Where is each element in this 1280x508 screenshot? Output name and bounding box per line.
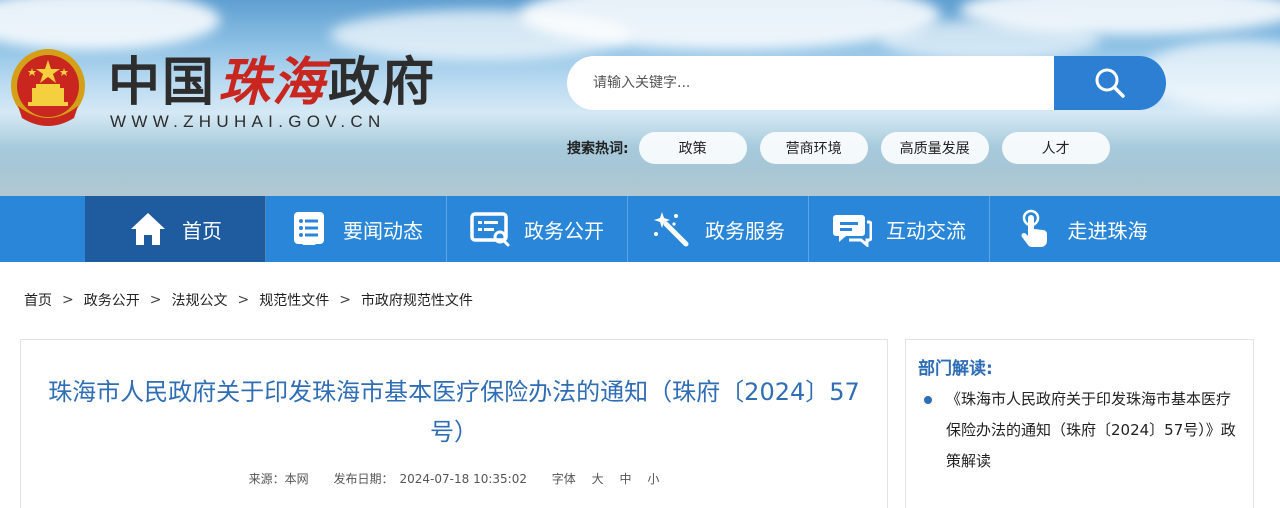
home-icon	[128, 209, 168, 249]
breadcrumb-separator: >	[339, 292, 351, 308]
breadcrumb-regulations[interactable]: 法规公文	[171, 290, 227, 310]
nav-item-label: 要闻动态	[343, 218, 423, 243]
breadcrumb-separator: >	[237, 292, 250, 308]
nav-item-services[interactable]: 政务服务	[628, 196, 809, 262]
nav-item-news[interactable]: 要闻动态	[266, 196, 447, 262]
magic-wand-icon	[651, 209, 691, 249]
article-title: 珠海市人民政府关于印发珠海市基本医疗保险办法的通知（珠府〔2024〕57号）	[48, 378, 860, 446]
hot-tag-high-quality-development[interactable]: 高质量发展	[880, 132, 989, 164]
search-input[interactable]	[593, 75, 1033, 91]
font-size-label: 字体	[551, 472, 576, 486]
hand-pointer-icon	[1014, 209, 1054, 249]
national-emblem-icon	[11, 49, 85, 126]
font-size-medium-button[interactable]: 中	[619, 472, 631, 486]
search-icon	[1095, 68, 1125, 98]
list-item: 《珠海市人民政府关于印发珠海市基本医疗保险办法的通知（珠府〔2024〕57号）》…	[924, 384, 1244, 477]
logo-text-government: 政府	[328, 51, 437, 113]
breadcrumb-separator: >	[149, 292, 162, 308]
news-list-icon	[289, 209, 329, 249]
nav-item-label: 走进珠海	[1067, 218, 1148, 243]
breadcrumb-home[interactable]: 首页	[24, 290, 52, 310]
breadcrumb-separator: >	[62, 292, 74, 308]
article-panel: 珠海市人民政府关于印发珠海市基本医疗保险办法的通知（珠府〔2024〕57号） 来…	[20, 339, 888, 508]
article-meta: 来源：本网 发布日期： 2024-07-18 10:35:02 字体 大 中 小	[21, 470, 887, 487]
nav-item-label: 互动交流	[886, 218, 966, 243]
search-box	[567, 56, 1057, 110]
nav-item-label: 政务服务	[705, 218, 785, 243]
site-url: WWW.ZHUHAI.GOV.CN	[110, 112, 386, 131]
article-date: 2024-07-18 10:35:02	[399, 472, 527, 486]
chat-bubbles-icon	[832, 209, 872, 249]
breadcrumb: 首页 > 政务公开 > 法规公文 > 规范性文件 > 市政府规范性文件	[24, 290, 473, 310]
bullet-icon	[924, 396, 932, 404]
logo-text-china: 中国	[108, 51, 217, 113]
search-button[interactable]	[1054, 56, 1166, 110]
nav-item-about-zhuhai[interactable]: 走进珠海	[990, 196, 1171, 262]
side-panel-title: 部门解读:	[918, 359, 993, 379]
hot-keywords: 搜索热词: 政策 营商环境 高质量发展 人才	[567, 132, 1123, 164]
site-logo-text[interactable]: 中国 珠海 政府	[108, 46, 436, 113]
hot-tag-business-environment[interactable]: 营商环境	[759, 132, 868, 164]
font-size-large-button[interactable]: 大	[592, 472, 604, 486]
logo-text-zhuhai: 珠海	[218, 51, 327, 113]
breadcrumb-open-affairs[interactable]: 政务公开	[84, 290, 140, 310]
nav-item-open-affairs[interactable]: 政务公开	[447, 196, 628, 262]
nav-item-label: 首页	[182, 218, 222, 243]
nav-item-interaction[interactable]: 互动交流	[809, 196, 990, 262]
article-date-label: 发布日期：	[333, 472, 394, 486]
department-interpretation-panel: 部门解读: 《珠海市人民政府关于印发珠海市基本医疗保险办法的通知（珠府〔2024…	[905, 339, 1254, 508]
breadcrumb-city-normative-documents[interactable]: 市政府规范性文件	[361, 290, 473, 310]
hot-keywords-label: 搜索热词:	[567, 141, 629, 157]
article-source: 来源：本网	[248, 472, 309, 486]
hot-tag-talent[interactable]: 人才	[1001, 132, 1110, 164]
nav-item-home[interactable]: 首页	[85, 196, 266, 262]
interpretation-link[interactable]: 《珠海市人民政府关于印发珠海市基本医疗保险办法的通知（珠府〔2024〕57号）》…	[946, 384, 1244, 477]
hot-tag-policy[interactable]: 政策	[638, 132, 747, 164]
nav-item-label: 政务公开	[524, 218, 604, 243]
font-size-small-button[interactable]: 小	[647, 472, 659, 486]
breadcrumb-normative-documents[interactable]: 规范性文件	[259, 290, 329, 310]
open-affairs-icon	[470, 209, 510, 249]
main-nav: 首页 要闻动态 政务公开 政务服务 互动交流 走进珠海	[0, 196, 1280, 262]
site-header: 中国珠海政府 WWW.ZHUHAI.GOV.CN 搜索热词: 政策 营商环境 高…	[0, 0, 1280, 196]
